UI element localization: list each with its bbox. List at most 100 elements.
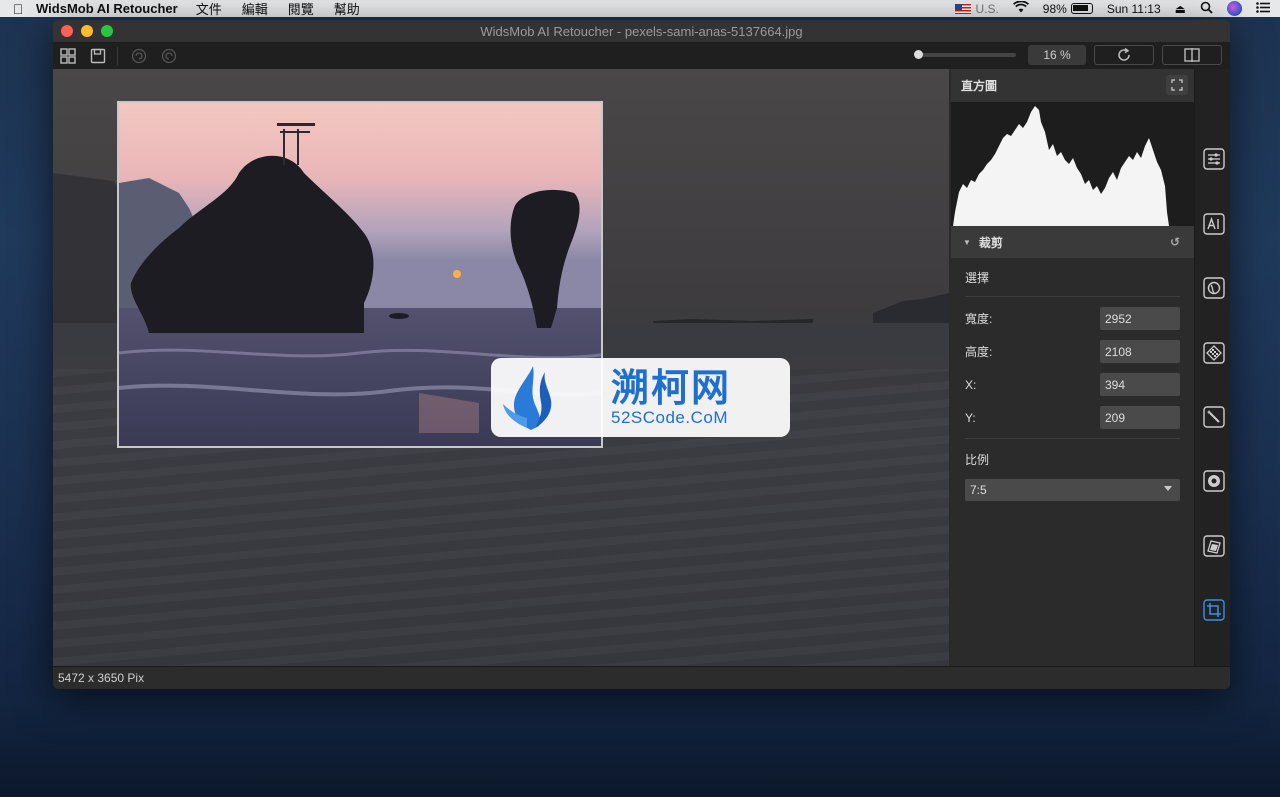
zoom-slider-knob[interactable] bbox=[914, 50, 923, 59]
input-source-menu[interactable]: U.S. bbox=[955, 1, 999, 16]
y-row: Y: 209 bbox=[965, 401, 1180, 434]
expand-icon bbox=[1171, 79, 1183, 91]
notification-center-icon[interactable] bbox=[1256, 1, 1270, 16]
collapse-triangle-icon[interactable]: ▼ bbox=[963, 238, 971, 247]
watermark-url: 52SCode.CoM bbox=[611, 407, 729, 427]
menu-app-name[interactable]: WidsMob AI Retoucher bbox=[36, 1, 178, 16]
window-controls bbox=[61, 25, 113, 37]
face-icon bbox=[1203, 277, 1225, 299]
divider bbox=[965, 296, 1180, 297]
feather-logo-icon bbox=[503, 365, 552, 430]
menu-view[interactable]: 閱覽 bbox=[288, 0, 314, 18]
save-icon bbox=[90, 48, 106, 63]
height-label: 高度: bbox=[965, 345, 993, 359]
apple-menu-icon[interactable]:  bbox=[0, 1, 36, 17]
select-row: 選擇 bbox=[965, 258, 1180, 296]
y-label: Y: bbox=[965, 410, 976, 425]
menu-file[interactable]: 文件 bbox=[196, 0, 222, 18]
histogram-graph bbox=[953, 106, 1169, 226]
save-button[interactable] bbox=[87, 45, 109, 67]
width-field[interactable]: 2952 bbox=[1100, 307, 1180, 330]
adjust-tool-button[interactable] bbox=[1202, 147, 1226, 171]
wifi-icon[interactable] bbox=[1012, 0, 1029, 16]
redo-icon bbox=[161, 48, 177, 63]
width-row: 寬度: 2952 bbox=[965, 302, 1180, 335]
select-label: 選擇 bbox=[965, 270, 990, 285]
watermark-logo bbox=[491, 358, 571, 437]
crop-section-header[interactable]: ▼ 裁剪 ↺ bbox=[951, 226, 1194, 258]
watermark-text: 溯柯网 52SCode.CoM bbox=[611, 368, 731, 428]
divider bbox=[965, 438, 1180, 439]
rotate-button[interactable] bbox=[1094, 45, 1154, 65]
minimize-window-button[interactable] bbox=[81, 25, 93, 37]
portrait-tool-button[interactable] bbox=[1202, 276, 1226, 300]
zoom-slider[interactable] bbox=[914, 50, 1016, 59]
zoom-controls: 16 % bbox=[914, 45, 1222, 65]
ratio-group: 比例 7:5 bbox=[965, 451, 1180, 501]
siri-icon[interactable] bbox=[1227, 1, 1242, 16]
desktop-background bbox=[0, 700, 1280, 797]
status-bar: 5472 x 3650 Pix bbox=[53, 666, 1230, 689]
input-source-label: U.S. bbox=[975, 1, 999, 16]
image-dimensions: 5472 x 3650 Pix bbox=[58, 671, 145, 685]
height-row: 高度: 2108 bbox=[965, 335, 1180, 368]
x-row: X: 394 bbox=[965, 368, 1180, 401]
us-flag-icon bbox=[955, 3, 972, 14]
histogram-title: 直方圖 bbox=[961, 79, 998, 93]
aperture-icon bbox=[1203, 470, 1225, 492]
denoise-tool-button[interactable] bbox=[1202, 341, 1226, 365]
watermark: 溯柯网 52SCode.CoM bbox=[491, 358, 790, 437]
frame-tool-button[interactable] bbox=[1202, 534, 1226, 558]
x-field[interactable]: 394 bbox=[1100, 373, 1180, 396]
width-label: 寬度: bbox=[965, 312, 993, 326]
zoom-window-button[interactable] bbox=[101, 25, 113, 37]
histogram-header: 直方圖 bbox=[951, 69, 1194, 102]
lens-tool-button[interactable] bbox=[1202, 469, 1226, 493]
battery-status[interactable]: 98% bbox=[1043, 2, 1093, 16]
crop-settings: 選擇 寬度: 2952 高度: 2108 X: 394 Y: 209 比例 7:… bbox=[951, 258, 1194, 501]
y-field[interactable]: 209 bbox=[1100, 406, 1180, 429]
x-label: X: bbox=[965, 377, 977, 392]
menu-edit[interactable]: 編輯 bbox=[242, 0, 268, 18]
magic-tool-button[interactable] bbox=[1202, 405, 1226, 429]
crop-icon bbox=[1203, 599, 1225, 621]
histogram bbox=[951, 102, 1194, 226]
toolbar-divider bbox=[117, 46, 118, 65]
ai-tool-button[interactable] bbox=[1202, 212, 1226, 236]
undo-icon bbox=[131, 48, 147, 63]
redo-button[interactable] bbox=[158, 45, 180, 67]
close-window-button[interactable] bbox=[61, 25, 73, 37]
compare-view-button[interactable] bbox=[1162, 45, 1222, 65]
watermark-chinese: 溯柯网 bbox=[611, 365, 732, 410]
chevron-down-icon bbox=[1164, 486, 1172, 491]
split-view-icon bbox=[1184, 48, 1200, 62]
rotate-icon bbox=[1118, 47, 1130, 61]
ai-icon bbox=[1203, 213, 1225, 235]
reset-crop-icon[interactable]: ↺ bbox=[1170, 235, 1180, 249]
adjustment-panel: 直方圖 ▼ 裁剪 ↺ 選擇 寬度: 2952 高度: 2108 X: 394 Y… bbox=[951, 69, 1194, 666]
undo-button[interactable] bbox=[128, 45, 150, 67]
title-bar[interactable]: WidsMob AI Retoucher - pexels-sami-anas-… bbox=[53, 20, 1230, 42]
battery-percent: 98% bbox=[1042, 1, 1067, 16]
app-window: WidsMob AI Retoucher - pexels-sami-anas-… bbox=[53, 20, 1230, 689]
grid-view-button[interactable] bbox=[57, 45, 79, 67]
height-field[interactable]: 2108 bbox=[1100, 340, 1180, 363]
expand-histogram-button[interactable] bbox=[1166, 75, 1188, 95]
ratio-value: 7:5 bbox=[970, 483, 987, 497]
tool-sidebar bbox=[1194, 69, 1230, 666]
zoom-value[interactable]: 16 % bbox=[1028, 45, 1086, 65]
battery-icon bbox=[1070, 3, 1093, 14]
toolbar: 16 % bbox=[53, 42, 1230, 69]
clock[interactable]: Sun 11:13 bbox=[1107, 2, 1161, 16]
mosaic-icon bbox=[1203, 342, 1225, 364]
ratio-select[interactable]: 7:5 bbox=[965, 479, 1180, 501]
grid-icon bbox=[60, 47, 76, 64]
spotlight-search-icon[interactable] bbox=[1200, 1, 1213, 17]
photo-stack-icon bbox=[1203, 535, 1225, 557]
crop-tool-button[interactable] bbox=[1202, 598, 1226, 622]
menu-help[interactable]: 幫助 bbox=[334, 0, 360, 18]
eject-icon[interactable]: ⏏ bbox=[1175, 2, 1186, 16]
menu-bar:  WidsMob AI Retoucher 文件 編輯 閱覽 幫助 U.S. … bbox=[0, 0, 1280, 17]
ratio-label: 比例 bbox=[965, 453, 990, 467]
window-title: WidsMob AI Retoucher - pexels-sami-anas-… bbox=[480, 23, 803, 39]
